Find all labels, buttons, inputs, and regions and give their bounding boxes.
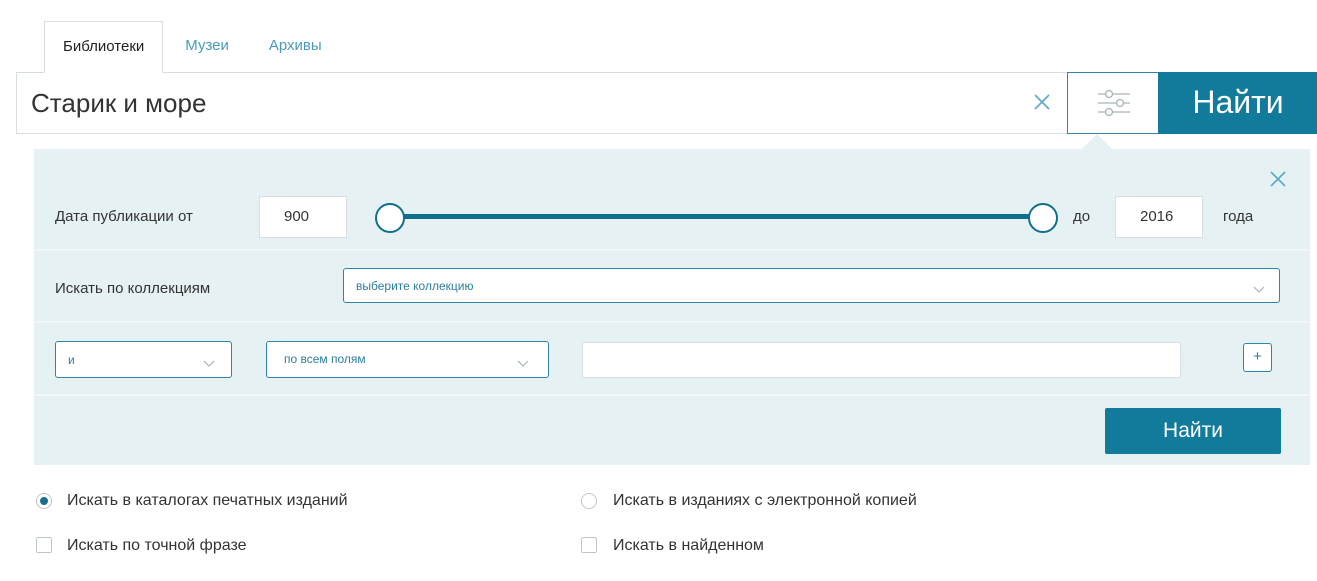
print-catalogs-label: Искать в каталогах печатных изданий [67,492,348,509]
date-to-label: до [1073,208,1091,225]
divider [34,321,1310,323]
search-in-found-checkbox[interactable] [581,537,597,553]
field-select[interactable]: по всем полям [266,341,549,378]
chevron-down-icon [203,357,215,367]
divider [34,394,1310,396]
date-from-input[interactable]: 900 [259,196,347,238]
date-suffix-label: года [1223,208,1254,225]
close-icon[interactable] [1266,167,1290,191]
print-catalogs-radio[interactable] [36,493,52,509]
chevron-down-icon [1253,283,1265,293]
collection-select[interactable]: выберите коллекцию [343,268,1280,303]
close-icon[interactable] [1029,89,1055,115]
add-row-button[interactable]: + [1243,343,1272,372]
query-value-input[interactable] [582,342,1181,378]
date-range-end-handle[interactable] [1028,203,1058,233]
collection-select-value: выберите коллекцию [356,279,474,293]
exact-phrase-checkbox[interactable] [36,537,52,553]
filter-toggle-button[interactable] [1067,72,1159,134]
date-range-start-handle[interactable] [375,203,405,233]
tab-archives[interactable]: Архивы [249,21,342,73]
electronic-copy-label: Искать в изданиях с электронной копией [613,492,917,509]
advanced-search-panel: Дата публикации от 900 до 2016 года Иска… [34,149,1310,465]
search-in-found-label: Искать в найденном [613,537,764,554]
exact-phrase-label: Искать по точной фразе [67,537,247,554]
field-select-value: по всем полям [284,352,366,366]
date-range-track [391,214,1043,219]
panel-caret [1082,134,1112,149]
advanced-submit-button[interactable]: Найти [1105,408,1281,454]
search-bar: Старик и море Найти [16,72,1317,134]
collections-label: Искать по коллекциям [55,280,211,297]
date-to-input[interactable]: 2016 [1115,196,1203,238]
tab-libraries[interactable]: Библиотеки [44,21,164,73]
source-tabs: Библиотеки Музеи Архивы [44,21,342,73]
electronic-copy-radio[interactable] [581,493,597,509]
divider [34,249,1310,251]
operator-select[interactable]: и [55,341,232,378]
tab-museums[interactable]: Музеи [163,21,249,73]
sliders-icon [1096,87,1132,119]
search-input[interactable]: Старик и море [31,73,206,133]
chevron-down-icon [517,357,529,367]
operator-select-value: и [68,353,75,367]
date-from-label: Дата публикации от [55,208,193,225]
search-submit-button[interactable]: Найти [1158,72,1317,134]
